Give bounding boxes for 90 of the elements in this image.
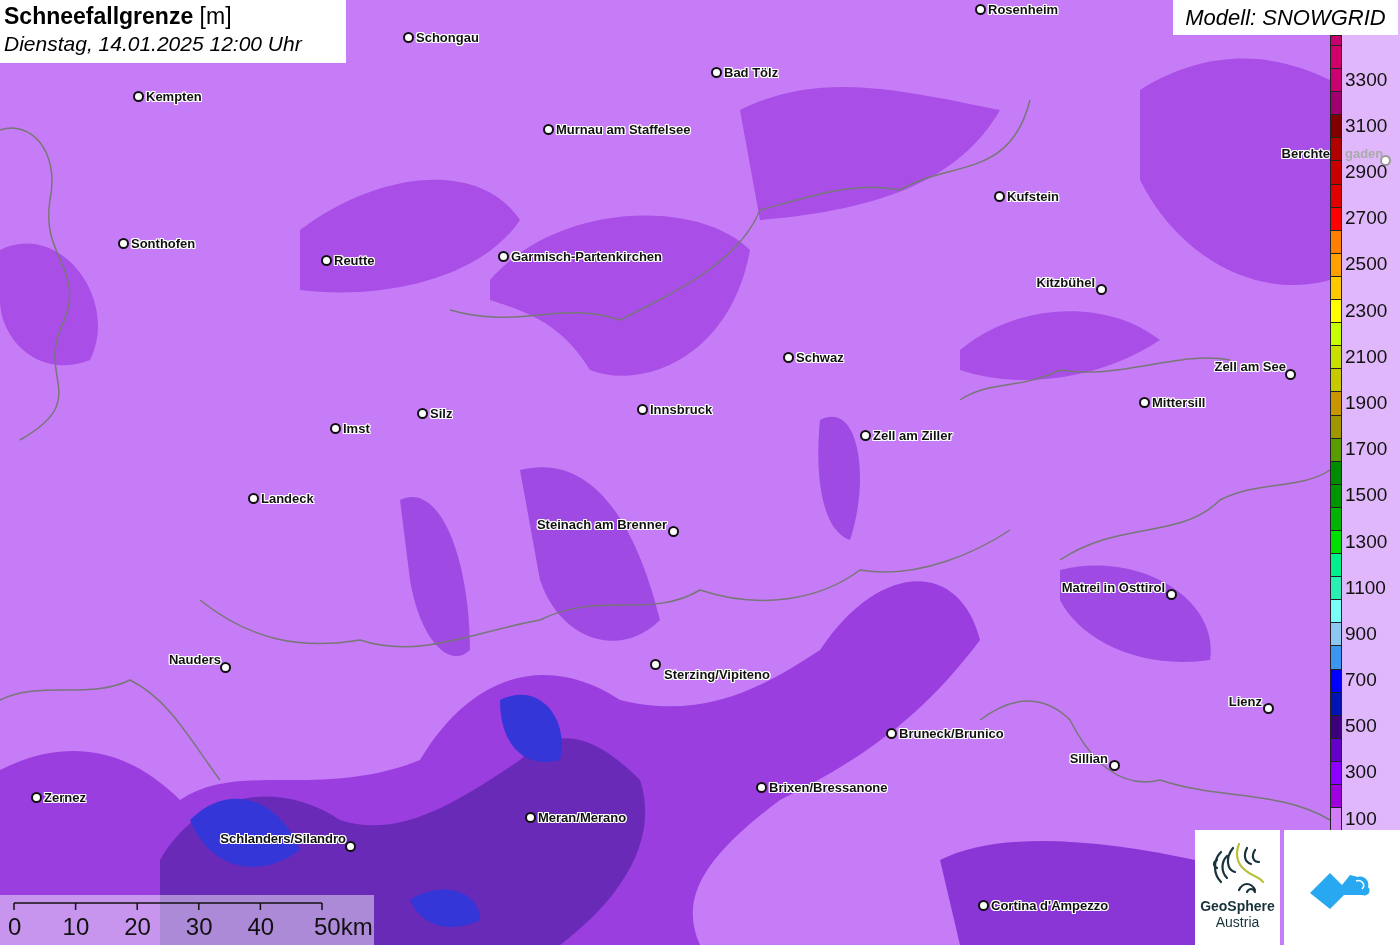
city-label: Innsbruck bbox=[650, 402, 713, 417]
logo-text: Austria bbox=[1215, 914, 1260, 930]
city-marker bbox=[525, 812, 536, 823]
city-marker bbox=[756, 782, 767, 793]
scale-label: 20 bbox=[124, 913, 151, 941]
legend-label: 2100 bbox=[1345, 345, 1388, 368]
city-label: Nauders bbox=[168, 652, 221, 667]
legend-label: 100 bbox=[1345, 807, 1377, 830]
city-marker bbox=[133, 91, 144, 102]
city-marker bbox=[498, 251, 509, 262]
model-label: Modell: SNOWGRID bbox=[1173, 0, 1398, 35]
city-label: Silz bbox=[430, 406, 453, 421]
city-marker bbox=[650, 659, 661, 670]
city-marker bbox=[860, 430, 871, 441]
city-marker bbox=[994, 191, 1005, 202]
city-marker bbox=[711, 67, 722, 78]
city-label: Imst bbox=[343, 421, 370, 436]
city-label: Schwaz bbox=[796, 350, 844, 365]
city-marker bbox=[417, 408, 428, 419]
city-label: Rosenheim bbox=[988, 2, 1059, 17]
legend-label: 3100 bbox=[1345, 114, 1388, 137]
city-label: Kempten bbox=[146, 89, 202, 104]
city-label: Cortina d'Ampezzo bbox=[991, 898, 1109, 913]
city-marker bbox=[330, 423, 341, 434]
city-label: Garmisch-Partenkirchen bbox=[511, 249, 662, 264]
city-label: Schlanders/Silandro bbox=[220, 831, 346, 846]
city-label: Zernez bbox=[44, 790, 86, 805]
city-label: Zell am See bbox=[1214, 359, 1286, 374]
city-marker bbox=[321, 255, 332, 266]
city-marker bbox=[248, 493, 259, 504]
legend-label: 1300 bbox=[1345, 530, 1388, 553]
city-label: Murnau am Staffelsee bbox=[556, 122, 691, 137]
city-marker bbox=[1096, 284, 1107, 295]
city-marker bbox=[1285, 369, 1296, 380]
logo-text: GeoSphere bbox=[1200, 898, 1275, 914]
legend-label: 3300 bbox=[1345, 68, 1388, 91]
city-label: Kufstein bbox=[1007, 189, 1059, 204]
map-title: Schneefallgrenze [m] bbox=[4, 3, 233, 30]
city-label: Reutte bbox=[334, 253, 375, 268]
legend-label: 2300 bbox=[1345, 299, 1388, 322]
legend-label: 1100 bbox=[1345, 576, 1386, 599]
scale-label: 10 bbox=[62, 913, 90, 941]
scale-label: 0 bbox=[8, 913, 22, 941]
city-marker bbox=[1109, 760, 1120, 771]
city-label: Bad Tölz bbox=[724, 65, 779, 80]
legend-label: 1500 bbox=[1345, 484, 1388, 507]
legend-label: 2900 bbox=[1345, 161, 1388, 183]
city-marker bbox=[886, 728, 897, 739]
scale-label: 40 bbox=[247, 913, 275, 941]
city-label: Sterzing/Vipiteno bbox=[664, 667, 770, 682]
city-marker bbox=[403, 32, 414, 43]
legend-label: 700 bbox=[1345, 669, 1377, 692]
city-marker bbox=[31, 792, 42, 803]
city-label: Schongau bbox=[416, 30, 479, 45]
legend-label: 2700 bbox=[1345, 207, 1388, 230]
city-marker bbox=[783, 352, 794, 363]
city-marker bbox=[978, 900, 989, 911]
city-label: Meran/Merano bbox=[538, 810, 627, 825]
city-label: Bruneck/Brunico bbox=[899, 726, 1004, 741]
legend-label: 1700 bbox=[1345, 438, 1388, 461]
city-label: Landeck bbox=[261, 491, 314, 506]
legend-label: 1900 bbox=[1345, 391, 1388, 414]
city-label: Zell am Ziller bbox=[873, 428, 953, 443]
city-label: Brixen/Bressanone bbox=[769, 780, 888, 795]
city-label: Steinach am Brenner bbox=[536, 517, 667, 532]
city-marker bbox=[1139, 397, 1150, 408]
city-marker bbox=[637, 404, 648, 415]
city-label: Sonthofen bbox=[131, 236, 196, 251]
city-label: Sillian bbox=[1069, 751, 1108, 766]
city-label: Matrei in Osttirol bbox=[1061, 580, 1165, 595]
city-marker bbox=[668, 526, 679, 537]
legend-label: 300 bbox=[1345, 761, 1377, 784]
legend-label: 2500 bbox=[1345, 253, 1388, 276]
scale-label: 30 bbox=[185, 913, 213, 941]
city-label: Mittersill bbox=[1152, 395, 1206, 410]
city-label: Berchte bbox=[1281, 146, 1330, 161]
city-marker bbox=[1166, 589, 1177, 600]
legend-label: 500 bbox=[1345, 715, 1377, 738]
legend-label: 900 bbox=[1345, 622, 1377, 645]
city-label: gaden bbox=[1345, 146, 1384, 161]
city-marker bbox=[1263, 703, 1274, 714]
city-marker bbox=[118, 238, 129, 249]
city-marker bbox=[975, 4, 986, 15]
city-marker bbox=[345, 841, 356, 852]
city-label: Lienz bbox=[1228, 694, 1262, 709]
city-marker bbox=[220, 662, 231, 673]
city-marker bbox=[543, 124, 554, 135]
scale-label: 50km bbox=[314, 913, 373, 941]
city-label: Kitzbühel bbox=[1036, 275, 1095, 290]
map-date: Dienstag, 14.01.2025 12:00 Uhr bbox=[4, 31, 304, 57]
